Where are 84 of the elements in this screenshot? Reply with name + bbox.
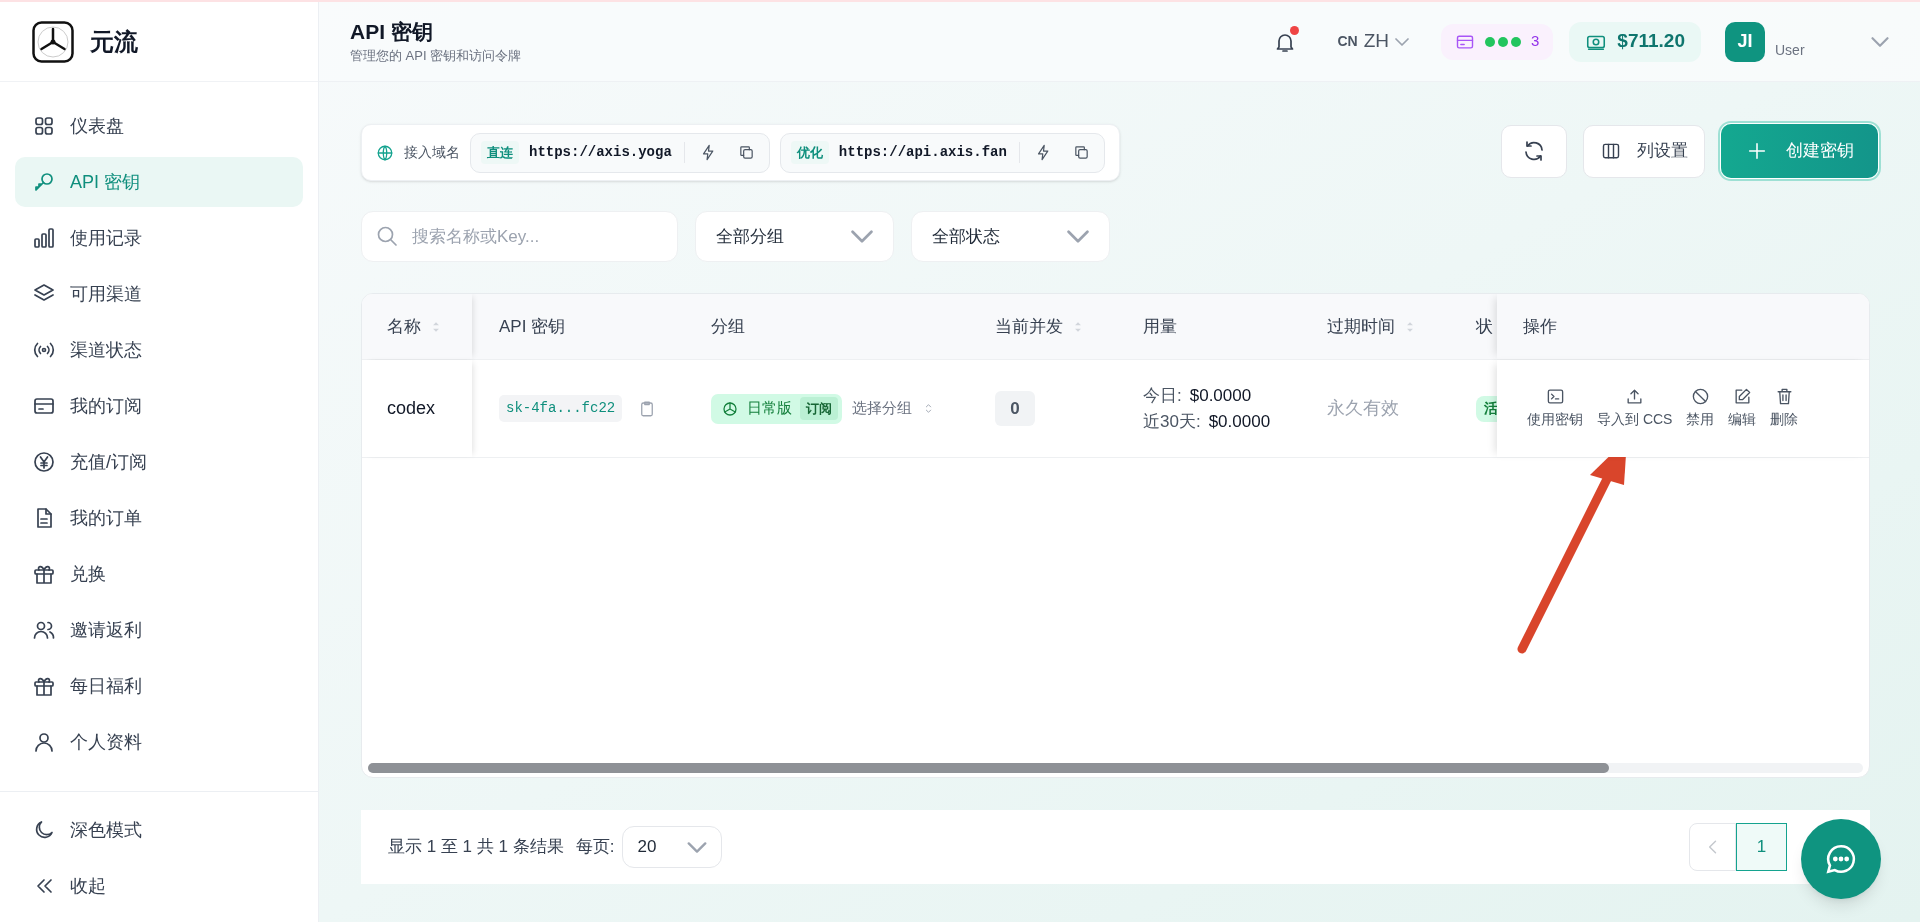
status-badge: 活 [1476,395,1497,422]
filter-dropdown[interactable]: 全部分组 [695,211,894,262]
api-key: sk-4fa...fc22 [499,395,623,422]
chevron-down-icon [687,841,708,853]
user-avatar[interactable]: JI [1725,21,1765,62]
action-button[interactable]: 编辑 [1724,387,1761,430]
column-header: 操作 [1497,294,1869,359]
subscription-badge[interactable]: 3 [1441,23,1554,60]
column-header: 状 [1475,315,1494,338]
copy-icon [738,144,756,161]
route-tag: 优化 [790,140,829,165]
sidebar-item[interactable]: API 密钥 [15,157,303,207]
page-button[interactable]: 1 [1736,823,1787,871]
sidebar-item[interactable]: 邀请返利 [15,605,303,655]
column-header[interactable]: 当前并发 [975,294,1123,359]
upload-icon [1625,387,1645,406]
usage-value: $0.0000 [1189,384,1252,407]
refresh-button[interactable] [1501,124,1567,178]
refresh-icon [1522,139,1546,163]
brand-name: 元流 [90,26,138,57]
ban-icon [1690,387,1710,406]
sidebar-item[interactable]: 我的订单 [15,493,303,543]
filter-dropdown[interactable]: 全部状态 [911,211,1110,262]
sidebar-item[interactable]: 可用渠道 [15,269,303,319]
domain-label: 接入域名 [404,143,460,162]
table-cell-text: codex [387,397,436,420]
table-cell-text: 永久有效 [1327,397,1399,420]
yen-coin-icon [32,450,56,474]
user-icon [32,730,56,754]
column-header: 用量 [1142,315,1178,338]
chat-icon [1824,842,1858,876]
sidebar-item[interactable]: 充值/订阅 [15,437,303,487]
copy-icon [1073,144,1091,161]
status-dots-icon [1485,36,1521,47]
domain-url: https://axis.yoga [529,142,685,163]
search-field[interactable]: 搜索名称或Key... [361,211,678,262]
grid-icon [32,114,56,138]
sidebar-item[interactable]: 兑换 [15,549,303,599]
column-settings-button[interactable]: 列设置 [1583,124,1705,178]
route-tag: 直连 [481,140,519,165]
per-page-dropdown[interactable]: 20 [622,826,723,868]
group-badge: 日常版 订阅 [711,393,842,424]
usage-value: $0.0000 [1208,410,1271,433]
logo-icon [32,20,74,63]
sidebar-item[interactable]: 我的订阅 [15,381,303,431]
per-page-label: 每页: [575,836,615,859]
scrollbar-thumb[interactable] [368,763,1609,773]
chevron-down-icon [1395,37,1409,46]
domain-url: https://api.axis.fan [838,142,1020,163]
group-select[interactable]: 选择分组 [852,397,935,420]
columns-icon [1600,141,1621,161]
action-button[interactable]: 使用密钥 [1523,387,1587,430]
sidebar-item[interactable]: 渠道状态 [15,325,303,375]
sidebar-item[interactable]: 仪表盘 [15,101,303,151]
globe-icon [376,143,394,162]
sidebar-item[interactable]: 深色模式 [15,804,303,856]
usage-label: 近30天: [1143,410,1201,433]
page-title: API 密钥 [350,18,434,45]
language-selector[interactable]: CN ZH [1337,27,1409,56]
result-summary: 显示 1 至 1 共 1 条结果 [388,836,564,859]
terminal-icon [1545,387,1565,406]
bar-chart-icon [32,226,56,250]
column-header: API 密钥 [498,315,567,338]
column-header[interactable]: 过期时间 [1307,294,1456,359]
sidebar-item[interactable]: 每日福利 [15,661,303,711]
chevron-down-icon [1067,230,1089,243]
column-header: 分组 [710,315,746,338]
usage-label: 今日: [1143,384,1182,407]
action-button[interactable]: 删除 [1766,387,1803,430]
sidebar-item[interactable]: 收起 [15,860,303,912]
page-subtitle: 管理您的 API 密钥和访问令牌 [350,46,522,65]
sidebar-item[interactable]: 个人资料 [15,717,303,767]
concurrency-count: 0 [995,391,1035,426]
key-icon [32,170,56,194]
action-button[interactable]: 导入到 CCS [1593,387,1677,430]
action-button[interactable]: 禁用 [1682,387,1719,430]
chevron-down-icon [851,230,873,243]
column-header[interactable]: 名称 [362,294,472,359]
balance-button[interactable]: $711.20 [1569,21,1701,62]
chevron-down-icon [1871,36,1889,47]
user-role: User [1775,41,1806,60]
search-icon [375,224,399,248]
sidebar-item[interactable]: 使用记录 [15,213,303,263]
pencil-square-icon [1732,387,1752,406]
